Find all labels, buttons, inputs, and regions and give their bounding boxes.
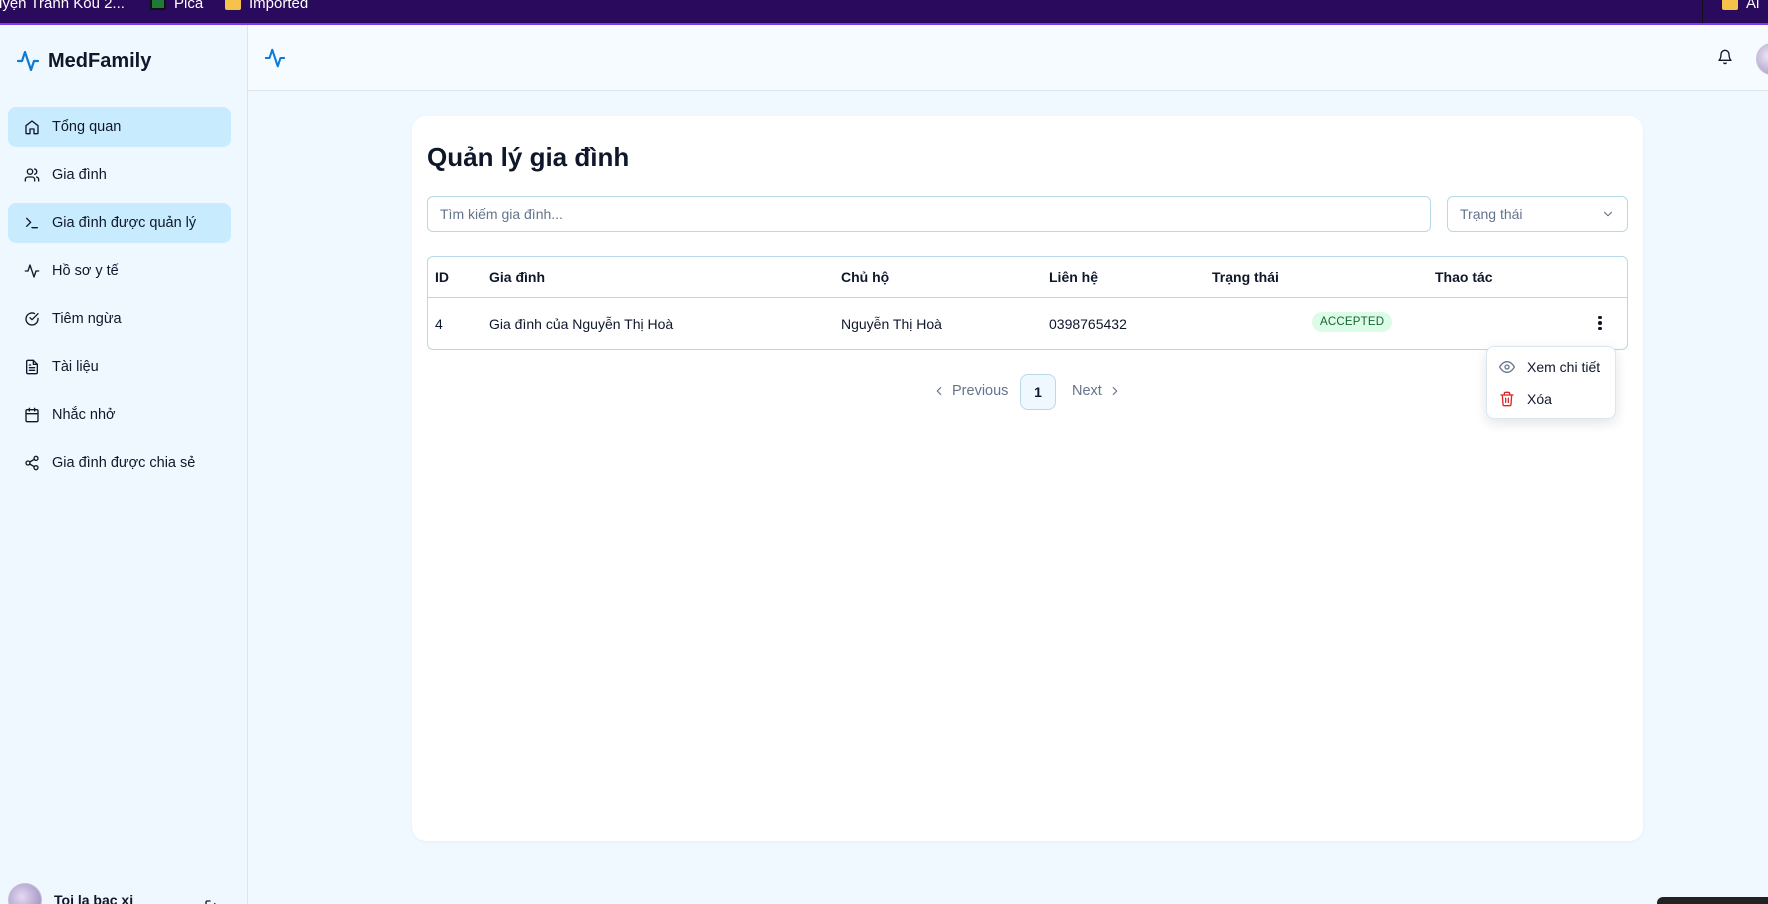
menu-item-label: Xóa — [1527, 391, 1552, 407]
top-header — [248, 25, 1768, 91]
sidebar-item-label: Hồ sơ y tế — [52, 263, 119, 279]
bookmark-label: Al — [1746, 0, 1760, 12]
user-profile[interactable]: Toi la bac xi — [8, 883, 228, 904]
bookmark-label: Imported — [249, 0, 309, 12]
previous-page-button[interactable]: Previous — [932, 383, 1008, 399]
avatar[interactable] — [1756, 43, 1768, 75]
brand-name: MedFamily — [48, 49, 152, 72]
pagination: Previous 1 Next — [412, 374, 1643, 410]
column-header-contact: Liên hệ — [1049, 269, 1099, 285]
pica-icon — [150, 0, 166, 10]
calendar-icon — [25, 407, 39, 423]
sidebar-item-medical-records[interactable]: Hồ sơ y tế — [8, 251, 231, 291]
page-number-button[interactable]: 1 — [1020, 374, 1056, 410]
sidebar-item-documents[interactable]: Tài liệu — [8, 347, 231, 387]
sidebar-nav: Tổng quan Gia đình Gia đình được quản lý… — [8, 107, 231, 491]
search-input[interactable] — [427, 196, 1431, 232]
sidebar-item-label: Gia đình được chia sẻ — [52, 455, 196, 471]
status-badge: ACCEPTED — [1312, 312, 1393, 332]
next-page-button[interactable]: Next — [1072, 383, 1122, 399]
folder-icon — [1722, 0, 1738, 10]
cell-family: Gia đình của Nguyễn Thị Hoà — [489, 316, 674, 332]
sidebar-item-shared-families[interactable]: Gia đình được chia sẻ — [8, 443, 231, 483]
share-icon — [25, 455, 39, 471]
eye-icon — [1499, 361, 1515, 373]
chevron-left-icon — [936, 386, 942, 396]
file-text-icon — [26, 359, 38, 375]
view-details-menu-item[interactable]: Xem chi tiết — [1499, 355, 1600, 379]
home-icon — [25, 120, 39, 135]
menu-item-label: Xem chi tiết — [1527, 359, 1601, 375]
users-icon — [24, 168, 40, 182]
sidebar-item-label: Tiêm ngừa — [52, 311, 122, 327]
column-header-actions: Thao tác — [1435, 269, 1493, 285]
column-header-status: Trạng thái — [1212, 269, 1279, 285]
more-vertical-icon[interactable] — [1591, 313, 1609, 333]
column-header-id: ID — [435, 269, 449, 285]
avatar — [8, 883, 42, 904]
user-name: Toi la bac xi — [54, 892, 134, 904]
check-circle-icon — [25, 312, 39, 326]
bookmark-item[interactable]: Al — [1722, 0, 1759, 12]
chevron-right-icon — [1112, 386, 1118, 396]
sidebar-item-label: Gia đình được quản lý — [52, 215, 197, 231]
bookmark-label: uyện Tranh Kou 2... — [0, 0, 125, 12]
bookmarks-bar: uyện Tranh Kou 2... Pica Imported Al — [0, 0, 1768, 25]
bookmark-label: Pica — [174, 0, 204, 12]
column-header-family: Gia đình — [489, 269, 545, 285]
sidebar-item-label: Gia đình — [52, 167, 107, 183]
brand[interactable]: MedFamily — [16, 49, 151, 73]
table-header: ID Gia đình Chủ hộ Liên hệ Trạng thái Th… — [428, 257, 1627, 298]
sidebar-item-managed-families[interactable]: Gia đình được quản lý — [8, 203, 231, 243]
delete-menu-item[interactable]: Xóa — [1499, 387, 1552, 411]
folder-icon — [225, 0, 241, 10]
sidebar-item-label: Tổng quan — [52, 119, 122, 135]
overlay-bar — [1657, 897, 1768, 904]
cell-head: Nguyễn Thị Hoà — [841, 316, 942, 332]
sidebar-item-label: Nhắc nhở — [52, 407, 116, 423]
status-filter-value: Trạng thái — [1460, 206, 1523, 222]
activity-logo-icon — [16, 50, 40, 72]
sidebar-item-overview[interactable]: Tổng quan — [8, 107, 231, 147]
bookmark-item[interactable]: uyện Tranh Kou 2... — [0, 0, 125, 12]
chevron-down-icon — [1603, 211, 1613, 217]
previous-label: Previous — [952, 383, 1009, 399]
sidebar-item-label: Tài liệu — [52, 359, 99, 375]
bookmark-item[interactable]: Pica — [150, 0, 203, 12]
bookmark-item[interactable]: Imported — [225, 0, 308, 12]
cell-contact: 0398765432 — [1049, 316, 1127, 332]
terminal-icon — [26, 217, 38, 229]
next-label: Next — [1072, 383, 1102, 399]
sidebar-item-family[interactable]: Gia đình — [8, 155, 231, 195]
bookmarks-divider — [1702, 0, 1703, 23]
trash-icon — [1500, 391, 1514, 407]
page-title: Quản lý gia đình — [427, 142, 630, 172]
sidebar-item-reminders[interactable]: Nhắc nhở — [8, 395, 231, 435]
activity-icon — [264, 48, 286, 68]
row-actions-menu: Xem chi tiết Xóa — [1486, 346, 1616, 419]
column-header-head: Chủ hộ — [841, 269, 890, 285]
sidebar-item-vaccinations[interactable]: Tiêm ngừa — [8, 299, 231, 339]
sidebar: MedFamily Tổng quan Gia đình Gia đình đư… — [0, 25, 248, 904]
logout-icon[interactable] — [204, 899, 220, 904]
family-management-card: Quản lý gia đình Trạng thái ID Gia đình … — [412, 116, 1643, 841]
activity-icon — [24, 264, 40, 278]
table-row[interactable]: 4 Gia đình của Nguyễn Thị Hoà Nguyễn Thị… — [428, 298, 1627, 350]
status-filter-select[interactable]: Trạng thái — [1447, 196, 1628, 232]
cell-id: 4 — [435, 316, 443, 332]
families-table: ID Gia đình Chủ hộ Liên hệ Trạng thái Th… — [427, 256, 1628, 350]
bell-icon[interactable] — [1717, 49, 1733, 65]
